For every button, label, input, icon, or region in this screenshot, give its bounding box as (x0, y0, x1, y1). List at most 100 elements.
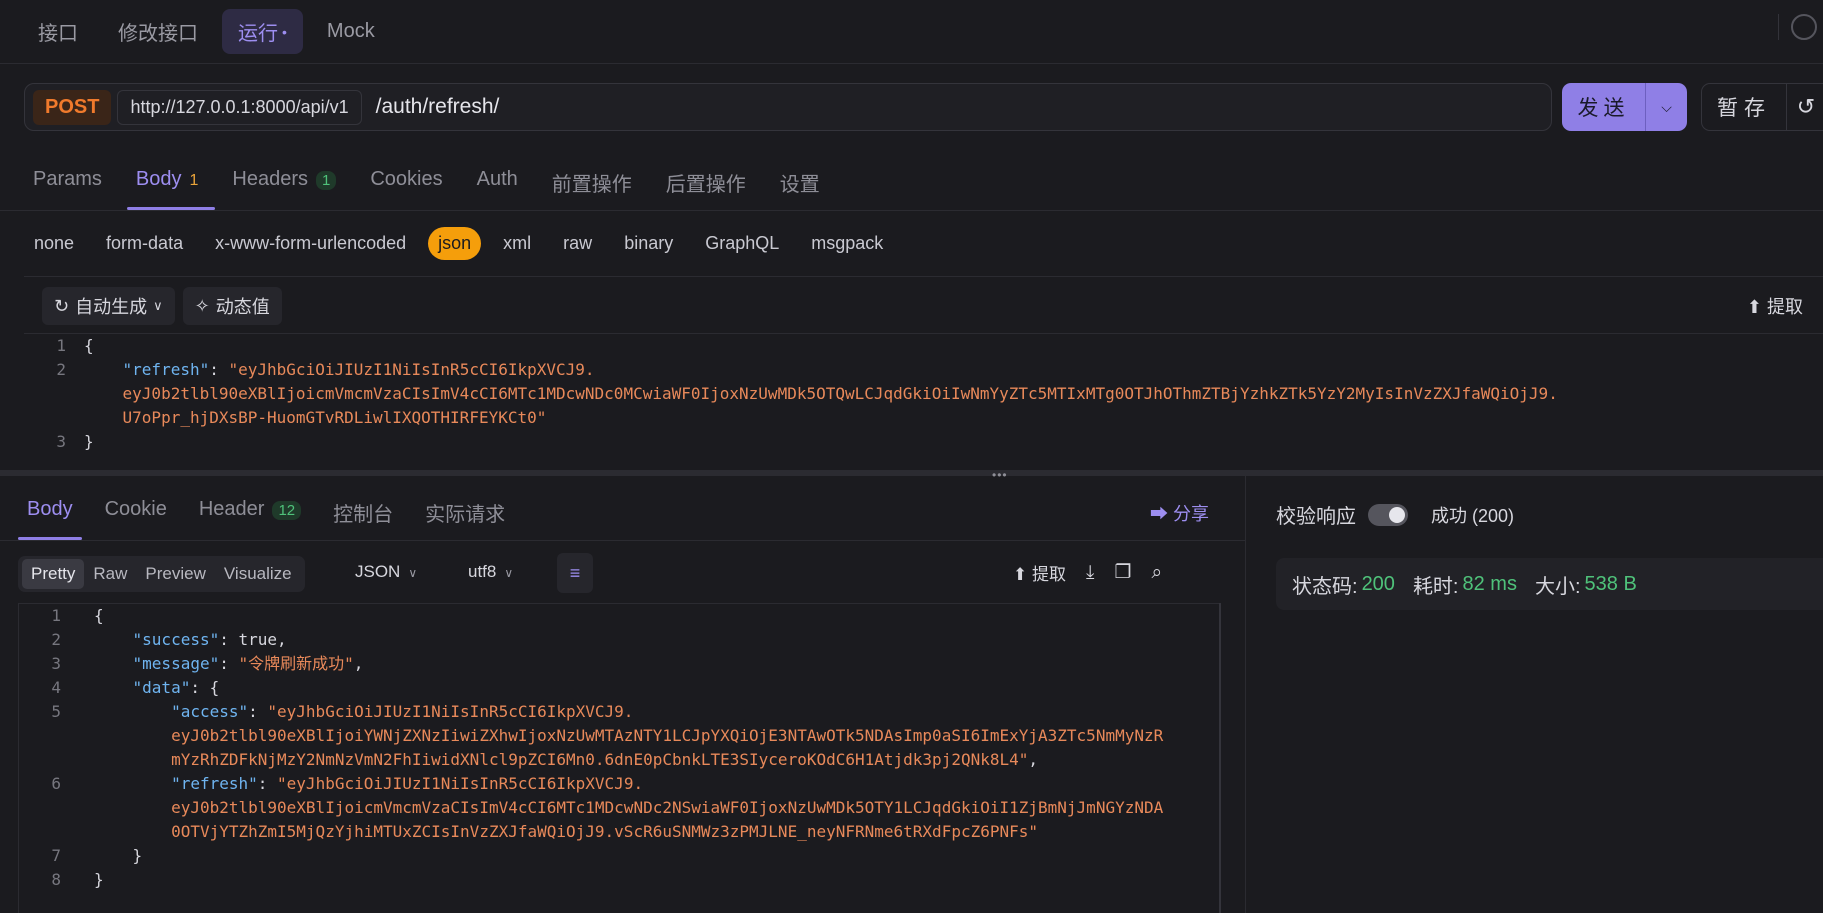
tab-actual-request[interactable]: 实际请求 (416, 490, 514, 540)
tab-console-label: 控制台 (333, 504, 394, 526)
code-line: mYzRhZDFkNjMzY2NmNzVmN2FhIiwidXNlcl9pZCI… (19, 748, 1221, 772)
url-bar: POST http://127.0.0.1:8000/api/v1 /auth/… (24, 83, 1552, 131)
tab-cookies[interactable]: Cookies (353, 160, 459, 210)
dynamic-value-button[interactable]: ✧ 动态值 (182, 287, 282, 325)
top-tab-bar: 接口 修改接口 运行 • Mock (0, 0, 1823, 64)
send-button[interactable]: 发送 ⌵ (1562, 83, 1687, 131)
body-type-urlencoded[interactable]: x-www-form-urlencoded (199, 227, 422, 260)
time-label: 耗时: (1412, 575, 1459, 598)
path-input[interactable]: /auth/refresh/ (376, 95, 500, 119)
auto-generate-button[interactable]: ↻ 自动生成 ∨ (42, 287, 175, 325)
size-value: 538 B (1584, 572, 1637, 595)
tab-headers-label: Headers (232, 168, 309, 190)
send-label: 发送 (1577, 97, 1630, 120)
code-text: U7oPpr_hjDXsBP-HuomGTvRDLiwlIXQOTHIRFEYK… (66, 406, 547, 430)
tab-params[interactable]: Params (16, 160, 119, 210)
tab-settings[interactable]: 设置 (763, 160, 837, 210)
line-number: 6 (51, 774, 61, 793)
base-url-select[interactable]: http://127.0.0.1:8000/api/v1 (117, 89, 362, 125)
save-button[interactable]: 暂存 (1701, 83, 1787, 131)
tab-body-label: Body (135, 168, 182, 190)
drag-handle-icon[interactable]: ••• (992, 468, 1008, 482)
line-number (19, 748, 61, 772)
code-text: eyJ0b2tlbl90eXBlIjoiYWNjZXNzIiwiZXhwIjox… (61, 724, 1163, 748)
tab-mock[interactable]: Mock (311, 12, 391, 51)
body-type-form-data[interactable]: form-data (90, 227, 199, 260)
word-wrap-icon[interactable]: ≡ (557, 553, 593, 593)
magic-wand-icon: ✧ (194, 295, 210, 316)
chevron-down-icon: ∨ (408, 566, 418, 580)
body-type-msgpack[interactable]: msgpack (795, 227, 899, 260)
tab-response-body[interactable]: Body (18, 490, 82, 540)
tab-pre-ops[interactable]: 前置操作 (535, 160, 649, 210)
line-number (19, 796, 61, 820)
response-tools: ⬆ 提取 ⤓ ❐ ⌕ (1013, 560, 1162, 585)
code-text: } (94, 846, 143, 865)
code-text: "message": "令牌刷新成功", (132, 654, 364, 673)
body-type-binary[interactable]: binary (608, 227, 689, 260)
body-type-graphql[interactable]: GraphQL (689, 227, 795, 260)
chevron-down-icon[interactable]: ∨ (153, 298, 163, 314)
json-string: "eyJhbGciOiJIUzI1NiIsInR5cCI6IkpXVCJ9. (228, 360, 595, 379)
tab-run[interactable]: 运行 • (222, 9, 303, 54)
encoding-select[interactable]: utf8 ∨ (468, 562, 513, 582)
tab-body[interactable]: Body 1 (119, 160, 216, 210)
json-string: "令牌刷新成功" (238, 654, 354, 673)
search-icon[interactable]: ⌕ (1151, 562, 1162, 584)
extract-button[interactable]: ⬆ 提取 (1747, 293, 1803, 319)
line-number: 2 (56, 360, 66, 379)
status-code-label: 状态码: (1292, 575, 1358, 598)
tab-api[interactable]: 接口 (22, 9, 94, 54)
view-pretty[interactable]: Pretty (22, 559, 85, 589)
code-line: 8} (19, 868, 1221, 892)
download-icon[interactable]: ⤓ (1086, 562, 1094, 584)
encoding-value: utf8 (468, 562, 497, 581)
code-line: 6 "refresh": "eyJhbGciOiJIUzI1NiIsInR5cC… (19, 772, 1221, 796)
verify-toggle[interactable] (1368, 503, 1408, 526)
body-type-xml[interactable]: xml (487, 227, 547, 260)
chevron-down-icon[interactable]: ⌵ (1646, 99, 1687, 116)
body-type-raw[interactable]: raw (547, 227, 608, 260)
body-type-none[interactable]: none (18, 227, 90, 260)
line-number: 3 (51, 654, 61, 673)
format-select[interactable]: JSON ∨ (355, 562, 417, 582)
unsaved-dot: • (282, 24, 287, 40)
view-preview[interactable]: Preview (136, 559, 214, 589)
line-number (24, 406, 66, 430)
view-visualize[interactable]: Visualize (215, 559, 301, 589)
tab-post-ops[interactable]: 后置操作 (649, 160, 763, 210)
code-line: 0OTVjYTZhZmI5MjQzYjhiMTUxZCIsInVzZXJfaWQ… (19, 820, 1221, 844)
tab-response-header[interactable]: Header 12 (190, 490, 310, 540)
tab-response-cookie-label: Cookie (104, 498, 167, 520)
tab-auth-label: Auth (476, 168, 518, 190)
line-number: 8 (51, 870, 61, 889)
status-summary: 状态码: 200 耗时: 82 ms 大小: 538 B (1276, 558, 1823, 610)
tab-headers[interactable]: Headers 1 (215, 160, 353, 210)
tab-response-cookie[interactable]: Cookie (96, 490, 176, 540)
refresh-icon[interactable]: ↺ (1786, 83, 1823, 131)
view-raw[interactable]: Raw (84, 559, 136, 589)
request-code[interactable]: 1{ 2 "refresh": "eyJhbGciOiJIUzI1NiIsInR… (24, 333, 1823, 454)
tab-edit-api[interactable]: 修改接口 (102, 9, 214, 54)
share-button[interactable]: ⮕ 分享 (1150, 500, 1209, 526)
tab-console[interactable]: 控制台 (324, 490, 402, 540)
tab-settings-label: 设置 (779, 174, 820, 196)
copy-icon[interactable]: ❐ (1114, 561, 1131, 584)
code-line: eyJ0b2tlbl90eXBlIjoicmVmcmVzaCIsImV4cCI6… (24, 382, 1823, 406)
verify-result: 成功 (200) (1431, 506, 1515, 526)
json-string: "eyJhbGciOiJIUzI1NiIsInR5cCI6IkpXVCJ9. (277, 774, 644, 793)
sync-icon: ↻ (54, 295, 70, 316)
share-label: 分享 (1173, 504, 1210, 524)
code-line: eyJ0b2tlbl90eXBlIjoiYWNjZXNzIiwiZXhwIjox… (19, 724, 1221, 748)
history-icon[interactable] (1791, 14, 1817, 40)
divider (0, 210, 1823, 211)
method-select[interactable]: POST (33, 89, 112, 125)
header-count-badge: 12 (272, 501, 302, 520)
code-text: } (94, 870, 104, 889)
body-type-json[interactable]: json (428, 227, 482, 260)
extract-button[interactable]: ⬆ 提取 (1013, 560, 1066, 585)
response-code[interactable]: 1{ 2 "success": true, 3 "message": "令牌刷新… (19, 604, 1221, 892)
tab-auth[interactable]: Auth (460, 160, 535, 210)
share-icon: ⮕ (1150, 504, 1168, 524)
scrollbar[interactable] (1219, 603, 1221, 913)
